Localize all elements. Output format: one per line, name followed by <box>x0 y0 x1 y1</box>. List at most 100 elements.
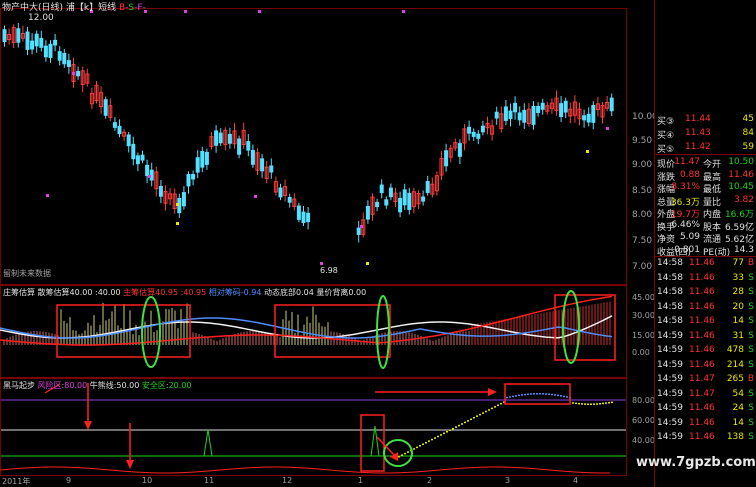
trend-dot <box>512 395 514 398</box>
candle-body <box>471 131 476 137</box>
quote-cell: 5.62亿 <box>724 235 754 245</box>
trend-dot <box>437 435 439 438</box>
trend-dot <box>587 403 589 405</box>
chart-title: 物产中大(日线) 浦【k】短线 B-S-F- <box>2 3 146 13</box>
trend-dot <box>488 409 490 411</box>
trend-dot <box>518 394 520 397</box>
signal-marker <box>366 262 369 265</box>
candle-body <box>126 134 131 147</box>
quote-cell: 内盘 <box>703 210 722 220</box>
trade-price: 11.46 <box>689 301 715 312</box>
trend-dot <box>602 402 604 405</box>
candle-body <box>467 126 472 134</box>
candle-body <box>444 150 449 167</box>
candle-body <box>540 102 545 110</box>
trade-time: 14:58 <box>657 316 683 326</box>
trend-dot <box>407 451 409 453</box>
candle-body <box>513 102 518 113</box>
quote-cell: 14.3 <box>733 244 754 255</box>
trade-side: S <box>748 359 754 370</box>
signal-marker <box>72 72 75 75</box>
trade-vol: 14 <box>732 417 744 428</box>
trend-dot <box>608 401 610 404</box>
trend-dot <box>485 410 487 413</box>
order-book-row: 买③ 11.44 45 <box>657 114 754 127</box>
no-future-data-note: 留制未来数据 <box>3 269 51 278</box>
candle-body <box>278 187 283 198</box>
trend-dot <box>536 393 538 395</box>
candle-body <box>227 133 232 144</box>
arrow-4 <box>376 436 395 456</box>
trade-vol: 214 <box>726 359 744 370</box>
trend-dot <box>599 402 601 405</box>
candle-body <box>237 138 242 155</box>
trend-dot <box>413 448 415 450</box>
quote-cell: 量比 <box>703 197 722 208</box>
quote-row: 涨幅 8.31% 最低 10.45 <box>655 182 756 195</box>
signal-marker <box>402 10 405 13</box>
trade-side: S <box>748 403 754 413</box>
quote-cell: 最高 <box>703 172 722 183</box>
candle-body <box>306 212 311 223</box>
trade-time: 14:59 <box>657 417 683 428</box>
trade-row: 14:59 11.47 265 B <box>655 374 756 387</box>
candle-body <box>398 197 403 213</box>
trend-dot <box>584 403 586 405</box>
trend-dot <box>452 427 454 430</box>
candle-body <box>39 37 44 48</box>
trade-time: 14:59 <box>657 330 683 341</box>
candle-body <box>204 151 209 165</box>
candle-body <box>195 157 200 173</box>
candle-body <box>117 125 122 135</box>
candle-body <box>186 174 191 187</box>
candle-body <box>200 150 205 168</box>
trade-vol: 77 <box>732 258 744 268</box>
candle-body <box>62 52 67 65</box>
trade-time: 14:58 <box>657 258 683 268</box>
spike <box>203 429 213 457</box>
high-price-label: 12.00 <box>28 13 54 23</box>
divider <box>655 154 756 155</box>
candle-body <box>140 154 145 161</box>
candle-body <box>260 158 265 172</box>
trend-dot <box>419 445 421 447</box>
trend-dot <box>434 437 436 439</box>
candle-body <box>536 105 541 114</box>
trend-dot <box>422 443 424 446</box>
trend-dot <box>458 424 460 427</box>
quote-cell: 涨跌 <box>657 172 676 183</box>
trade-time: 14:58 <box>657 301 683 312</box>
trade-row: 14:59 11.46 14 S <box>655 418 756 431</box>
quote-cell: 6.59亿 <box>724 222 754 233</box>
trend-dot <box>428 440 430 442</box>
signal-marker <box>148 175 151 178</box>
trade-price: 11.47 <box>689 388 715 399</box>
trade-price: 11.46 <box>689 316 715 326</box>
candle-body <box>158 185 163 197</box>
arrow-3-head <box>488 388 497 396</box>
trade-vol: 20 <box>732 301 744 312</box>
candlestick-series <box>2 10 614 265</box>
low-price-label: 6.98 <box>320 266 338 275</box>
candle-body <box>503 106 508 121</box>
watermark: www.7gpzb.com <box>636 455 756 470</box>
trade-price: 11.46 <box>689 287 715 297</box>
quote-cell: 0.88 <box>679 169 700 180</box>
order-book-row: 买④ 11.43 84 <box>657 128 754 141</box>
trend-dot <box>527 393 529 396</box>
kline-chart[interactable] <box>0 0 655 487</box>
candle-body <box>53 39 58 46</box>
trade-row: 14:58 11.46 77 B <box>655 258 756 271</box>
trade-price: 11.46 <box>689 345 715 355</box>
trend-dot <box>557 394 559 397</box>
candle-body <box>379 184 384 194</box>
trade-side: S <box>748 417 754 428</box>
trend-dot <box>440 434 442 436</box>
trend-dot <box>578 402 580 405</box>
candle-body <box>375 201 380 208</box>
signal-marker <box>176 203 179 206</box>
trend-dot <box>590 403 592 405</box>
candle-body <box>34 33 39 47</box>
quote-cell: 11.47 <box>674 157 700 167</box>
trade-time: 14:58 <box>657 272 683 283</box>
